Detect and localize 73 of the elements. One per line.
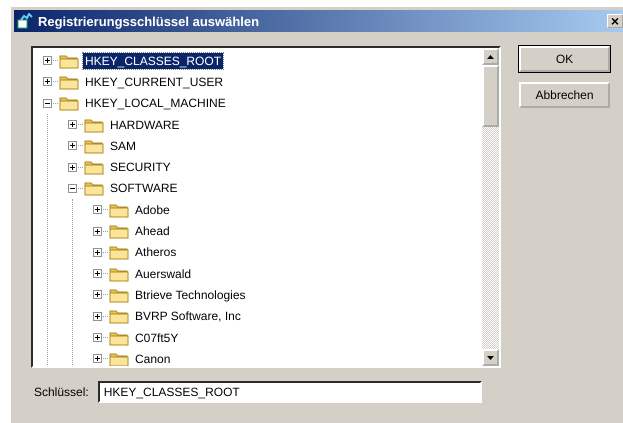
folder-icon [84,138,104,154]
folder-icon [84,116,104,133]
folder-icon [109,286,129,303]
plus-icon [95,250,100,255]
down-arrow-icon [487,356,494,360]
expand-toggle[interactable] [68,120,77,130]
collapse-toggle[interactable] [68,184,77,193]
folder-icon [109,308,129,324]
collapse-toggle[interactable] [43,98,52,108]
up-arrow-icon [487,54,494,58]
close-button[interactable]: × [607,14,623,28]
plus-icon [45,79,50,84]
field-label: Schlüssel: [34,385,89,399]
folder-icon [109,244,129,260]
expand-toggle[interactable] [43,56,52,66]
expand-toggle[interactable] [93,205,102,214]
scroll-down-button[interactable] [482,349,499,366]
tree-item[interactable]: SECURITY [108,159,173,176]
folder-icon [109,350,129,366]
tree-item[interactable]: Ahead [133,223,172,240]
plus-icon [95,314,100,319]
expand-toggle[interactable] [93,248,102,257]
plus-icon [70,143,75,148]
plus-icon [95,228,100,234]
expand-toggle[interactable] [93,333,102,342]
tree-item[interactable]: HKEY_CURRENT_USER [83,74,226,90]
tree-item[interactable]: SAM [108,138,138,154]
folder-icon [59,52,79,69]
plus-icon [95,356,100,362]
minus-icon [45,102,50,104]
folder-icon [84,180,104,196]
dialog-button[interactable]: Abbrechen [519,82,610,108]
plus-icon [70,164,75,170]
folder-icon [59,95,79,112]
tree-item[interactable]: Atheros [133,244,178,260]
expand-toggle[interactable] [43,77,52,86]
scrollbar[interactable] [482,48,499,366]
tree-item[interactable]: Auerswald [133,266,194,282]
folder-icon [84,159,104,176]
plus-icon [95,271,100,276]
tree-item[interactable]: Adobe [133,202,172,218]
expand-toggle[interactable] [68,141,77,150]
plus-icon [70,122,75,128]
plus-icon [95,207,100,212]
expand-toggle[interactable] [68,162,77,172]
scroll-thumb[interactable] [482,65,499,127]
folder-icon [109,266,129,282]
expand-toggle[interactable] [93,269,102,278]
minus-icon [70,188,75,189]
expand-toggle[interactable] [93,290,102,300]
plus-icon [95,292,100,298]
dialog-button[interactable]: OK [519,46,610,72]
key-field[interactable]: HKEY_CLASSES_ROOT [98,381,482,403]
expand-toggle[interactable] [93,226,102,236]
folder-icon [59,74,79,90]
tree-item[interactable]: HKEY_CLASSES_ROOT [83,52,224,69]
tree-item[interactable]: SOFTWARE [108,180,180,196]
folder-icon [109,223,129,240]
folder-icon [109,202,129,218]
tree-item[interactable]: HKEY_LOCAL_MACHINE [83,95,228,112]
plus-icon [45,58,50,64]
scroll-up-button[interactable] [482,48,499,65]
registry-icon [17,13,34,29]
window-title: Registrierungsschlüssel auswählen [38,14,260,28]
expand-toggle[interactable] [93,354,102,364]
tree-item[interactable]: HARDWARE [108,116,182,133]
tree-item[interactable]: Canon [133,350,172,366]
folder-icon [109,330,129,346]
expand-toggle[interactable] [93,312,102,321]
tree-item[interactable]: C07ft5Y [133,330,180,346]
tree-item[interactable]: BVRP Software, Inc [133,308,243,324]
plus-icon [95,335,100,340]
tree-item[interactable]: Btrieve Technologies [133,286,248,303]
